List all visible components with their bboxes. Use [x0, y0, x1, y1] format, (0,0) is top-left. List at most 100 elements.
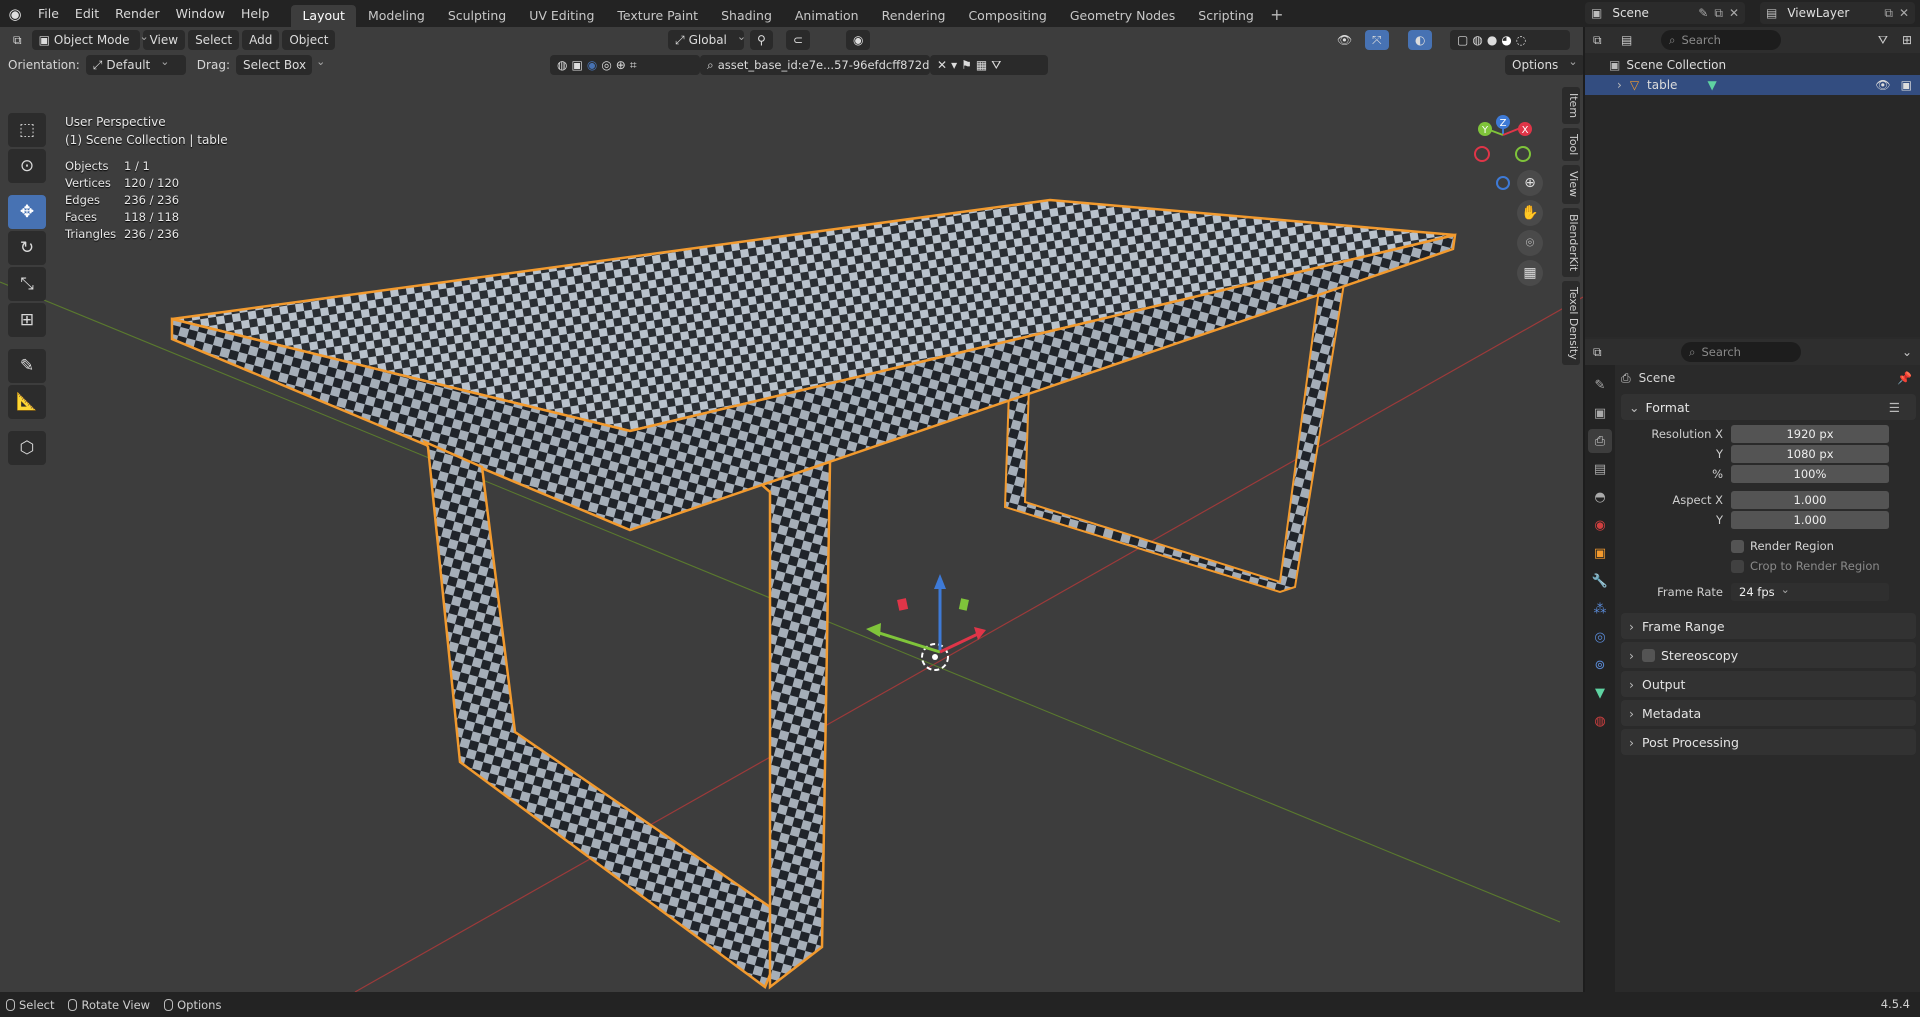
tab-shading[interactable]: Shading: [710, 5, 783, 27]
constraints-tab-icon[interactable]: ⊚: [1588, 653, 1612, 677]
panel-format[interactable]: ⌄ Format ☰: [1621, 394, 1916, 420]
copy-icon[interactable]: ⧉: [1884, 6, 1893, 21]
orientation-dropdown[interactable]: ⤢ Default: [85, 55, 186, 75]
object-menu[interactable]: Object: [282, 30, 336, 50]
panel-stereoscopy[interactable]: › Stereoscopy: [1621, 642, 1916, 668]
menu-render[interactable]: Render: [107, 3, 168, 25]
sidebar-tab-tool[interactable]: Tool: [1562, 128, 1580, 162]
overlay-toggle-icon[interactable]: ◐: [1408, 30, 1433, 50]
aspect-y-field[interactable]: 1.000: [1731, 510, 1889, 530]
brush-icon[interactable]: ⌗: [630, 55, 637, 75]
shading-modes[interactable]: ▢ ◍ ● ◕ ◌: [1450, 30, 1570, 50]
material-icon[interactable]: ◎: [601, 55, 611, 75]
tab-rendering[interactable]: Rendering: [871, 5, 957, 27]
close-icon[interactable]: ✕: [1729, 6, 1739, 20]
modifier-tab-icon[interactable]: 🔧: [1588, 569, 1612, 593]
tab-animation[interactable]: Animation: [784, 5, 870, 27]
editor-type-icon[interactable]: ⧉: [1593, 345, 1621, 360]
data-tab-icon[interactable]: ▼: [1588, 681, 1612, 705]
cube-icon[interactable]: ▣: [571, 55, 582, 75]
editor-type-icon[interactable]: ⧉: [1593, 33, 1621, 48]
chevron-down-icon[interactable]: ⌄: [1902, 345, 1912, 359]
tab-compositing[interactable]: Compositing: [957, 5, 1057, 27]
world-icon[interactable]: ⊕: [616, 55, 626, 75]
sidebar-tab-blenderkit[interactable]: BlenderKit: [1562, 207, 1580, 277]
pin-icon[interactable]: ✎: [1698, 6, 1708, 20]
material-tab-icon[interactable]: ◍: [1588, 709, 1612, 733]
proportional-edit-icon[interactable]: ◉: [846, 30, 871, 50]
resolution-x-field[interactable]: 1920 px: [1731, 424, 1889, 444]
pivot-point-icon[interactable]: ⚲: [750, 30, 773, 50]
add-cube-icon[interactable]: ⬡: [8, 431, 46, 465]
copy-icon[interactable]: ⧉: [1714, 6, 1723, 21]
asset-search-field[interactable]: ⌕ asset_base_id:e7e...57-96efdcff872d: [700, 55, 930, 75]
tab-modeling[interactable]: Modeling: [357, 5, 436, 27]
color-wheel-icon[interactable]: ◍: [557, 55, 567, 75]
blender-logo-icon[interactable]: ◉: [0, 0, 30, 27]
asset-filter-actions[interactable]: ✕ ▾ ⚑ ▦ ⛛: [930, 55, 1048, 75]
scale-icon[interactable]: ⤡: [8, 267, 46, 301]
sidebar-tab-view[interactable]: View: [1562, 165, 1580, 204]
pin-icon[interactable]: 📌: [1897, 371, 1912, 385]
wireframe-icon[interactable]: ◍: [1472, 30, 1482, 50]
layout-icon[interactable]: ▦: [976, 55, 987, 75]
annotate-icon[interactable]: ✎: [8, 349, 46, 383]
asset-browser-tools[interactable]: ◍ ▣ ◉ ◎ ⊕ ⌗: [550, 55, 700, 75]
panel-output[interactable]: › Output: [1621, 671, 1916, 697]
percent-field[interactable]: 100%: [1731, 464, 1889, 484]
material-preview-icon[interactable]: ◕: [1501, 30, 1511, 50]
close-icon[interactable]: ✕: [1899, 6, 1909, 20]
view-layer-selector[interactable]: ▤ ViewLayer ⧉ ✕: [1760, 2, 1915, 24]
view-layer-tab-icon[interactable]: ▤: [1588, 457, 1612, 481]
view-menu[interactable]: View: [142, 30, 186, 50]
measure-icon[interactable]: 📐: [8, 385, 46, 419]
tab-texture-paint[interactable]: Texture Paint: [606, 5, 709, 27]
filter-icon[interactable]: ⛛: [1878, 33, 1888, 48]
zoom-icon[interactable]: ⊕: [1517, 170, 1543, 196]
camera-view-icon[interactable]: ⌾: [1517, 230, 1543, 256]
sidebar-tab-item[interactable]: Item: [1562, 87, 1580, 125]
aspect-x-field[interactable]: 1.000: [1731, 490, 1889, 510]
pan-hand-icon[interactable]: ✋: [1517, 200, 1543, 226]
tab-layout[interactable]: Layout: [291, 5, 356, 27]
chevron-right-icon[interactable]: ›: [1617, 78, 1622, 92]
solid-icon[interactable]: ●: [1487, 30, 1497, 50]
select-box-icon[interactable]: ⬚: [8, 113, 46, 147]
panel-post-processing[interactable]: › Post Processing: [1621, 729, 1916, 755]
menu-file[interactable]: File: [30, 3, 67, 25]
select-menu[interactable]: Select: [188, 30, 240, 50]
xray-icon[interactable]: ▢: [1457, 30, 1468, 50]
camera-icon[interactable]: ▣: [1901, 78, 1912, 92]
tool-tab-icon[interactable]: ✎: [1588, 373, 1612, 397]
resolution-y-field[interactable]: 1080 px: [1731, 444, 1889, 464]
tab-uv-editing[interactable]: UV Editing: [518, 5, 605, 27]
crop-region-checkbox[interactable]: [1731, 559, 1744, 573]
add-menu[interactable]: Add: [242, 30, 280, 50]
transform-orientation[interactable]: ⤢ Global: [668, 30, 744, 50]
display-mode-icon[interactable]: ▤: [1621, 33, 1651, 47]
new-collection-icon[interactable]: ⊞: [1902, 33, 1912, 47]
properties-search[interactable]: ⌕ Search: [1681, 342, 1801, 362]
scene-tab-icon[interactable]: ◓: [1588, 485, 1612, 509]
sphere-icon[interactable]: ◉: [587, 55, 597, 75]
expand-icon[interactable]: ▾: [951, 55, 957, 75]
add-workspace-button[interactable]: +: [1266, 5, 1288, 27]
rotate-icon[interactable]: ↻: [8, 231, 46, 265]
render-region-checkbox[interactable]: [1731, 539, 1744, 553]
visibility-icon[interactable]: 👁: [1330, 30, 1359, 50]
snap-icon[interactable]: ⊂: [786, 30, 811, 50]
physics-tab-icon[interactable]: ◎: [1588, 625, 1612, 649]
outliner-search[interactable]: ⌕ Search: [1661, 30, 1781, 50]
outliner-row-scene-collection[interactable]: ▣ Scene Collection: [1585, 55, 1920, 75]
outliner-row-table[interactable]: › ▽ table ▼ 👁 ▣: [1585, 75, 1920, 95]
mode-selector[interactable]: ▣ Object Mode: [31, 30, 140, 50]
particles-tab-icon[interactable]: ⁂: [1588, 597, 1612, 621]
cursor-icon[interactable]: ⊙: [8, 149, 46, 183]
output-tab-icon[interactable]: ⎙: [1588, 429, 1612, 453]
drag-dropdown[interactable]: Select Box: [235, 55, 312, 75]
3d-viewport[interactable]: ⧉ ▣Object Mode View Select Add Object ⤢G…: [0, 27, 1583, 992]
stereoscopy-checkbox[interactable]: [1642, 648, 1655, 662]
panel-metadata[interactable]: › Metadata: [1621, 700, 1916, 726]
tab-sculpting[interactable]: Sculpting: [437, 5, 517, 27]
frame-rate-dropdown[interactable]: 24 fps: [1731, 582, 1889, 602]
